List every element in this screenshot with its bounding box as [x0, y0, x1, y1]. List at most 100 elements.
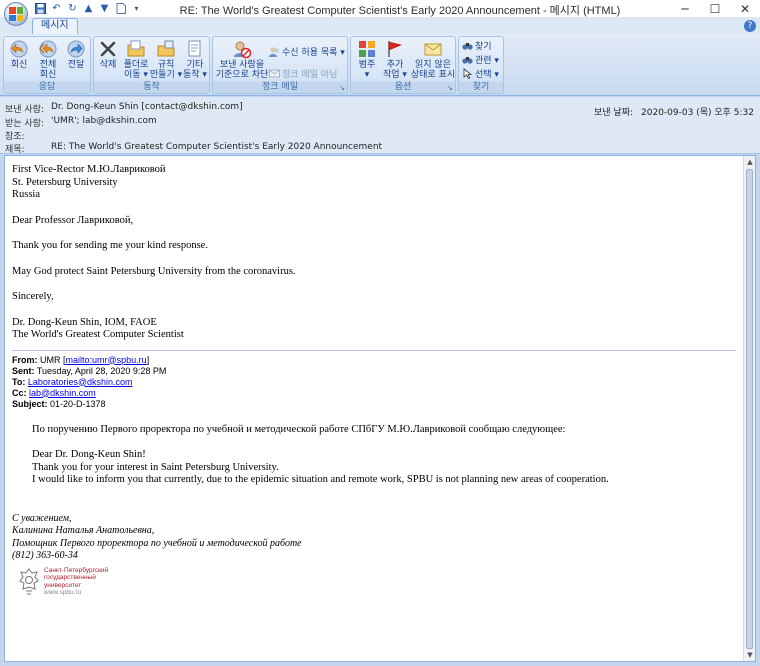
greeting: Dear Professor Лавриковой, [12, 214, 134, 226]
reply-all-label-2: 회신 [39, 70, 57, 80]
binoculars-icon [462, 40, 473, 51]
other-label-2: 동작 ▾ [183, 70, 207, 80]
forward-icon [66, 39, 86, 59]
from-label: 보낸 사람: [5, 105, 45, 115]
unread-label-2: 상태로 표시 [410, 70, 456, 80]
unread-envelope-icon [423, 39, 443, 59]
scroll-up-icon[interactable]: ▲ [744, 156, 756, 168]
signature-line: Dr. Dong-Keun Shin, IOM, FAOE [12, 316, 157, 328]
forwarded-header: From: UMR [mailto:umr@spbu.ru] Sent: Tue… [12, 355, 736, 410]
group-label-options: 옵션 [351, 82, 455, 93]
office-button[interactable] [4, 2, 28, 26]
find-button[interactable]: 찾기 [462, 39, 492, 52]
scroll-down-icon[interactable]: ▼ [744, 649, 756, 661]
window-title: RE: The World's Greatest Computer Scient… [179, 5, 621, 17]
minimize-button[interactable]: ─ [670, 0, 700, 18]
fwd-to-link[interactable]: Laboratories@dkshin.com [28, 377, 133, 387]
scroll-thumb[interactable] [746, 169, 753, 649]
sent-label: 보낸 날짜: [594, 108, 634, 118]
spbu-logo: Санкт-Петербургский государственный унив… [18, 567, 736, 597]
group-find: 찾기 관련 ▾ 선택 ▾ 찾기 [458, 36, 504, 94]
flag-icon [385, 39, 405, 59]
junk-dialog-launcher-icon[interactable]: ↘ [338, 84, 346, 92]
delete-icon [98, 39, 118, 59]
reply-all-label-1: 전체 [39, 60, 57, 70]
vertical-scrollbar[interactable]: ▲ ▼ [743, 156, 755, 661]
group-junk: 보낸 사람을 기준으로 차단 수신 허용 목록 ▾ 정크 메일 아님 정크 메일… [212, 36, 348, 94]
not-junk-icon [269, 68, 280, 79]
fwd-subject-value: 01-20-D-1378 [50, 398, 106, 409]
fwd-from-name: UMR [ [40, 354, 66, 365]
spbu-crest-icon [19, 567, 39, 594]
rule-icon [156, 39, 176, 59]
fwd-sent-row: Sent: Tuesday, April 28, 2020 9:28 PM [12, 366, 736, 377]
delete-button[interactable]: 삭제 [94, 39, 122, 70]
create-rule-button[interactable]: 규칙 만들기 ▾ [149, 39, 183, 80]
reply-button[interactable]: 회신 [5, 39, 33, 70]
forward-button[interactable]: 전달 [62, 39, 90, 70]
logo-line: Санкт-Петербургский [44, 566, 109, 574]
move-label-1: 폴더로 [123, 60, 149, 70]
group-options: 범주 ▾ 추가 작업 ▾ 읽지 않은 상태로 표시 옵션 ↘ [350, 36, 456, 94]
select-label: 선택 ▾ [475, 69, 499, 80]
find-label: 찾기 [475, 41, 492, 52]
group-label-junk: 정크 메일 [213, 82, 347, 93]
follow-up-button[interactable]: 추가 작업 ▾ [381, 39, 409, 80]
signature: Dr. Dong-Keun Shin, IOM, FAOE The World'… [12, 317, 736, 342]
close-button[interactable]: ✕ [730, 0, 760, 18]
tab-message[interactable]: 메시지 [32, 18, 78, 34]
safe-list-icon [269, 46, 280, 57]
message-body-pane[interactable]: First Vice-Rector М.Ю.Лавриковой St. Pet… [4, 155, 756, 662]
message-headers: 보낸 사람: Dr. Dong-Keun Shin [contact@dkshi… [0, 97, 760, 155]
fwd-cc-link[interactable]: lab@dkshin.com [29, 388, 96, 398]
related-button[interactable]: 관련 ▾ [462, 53, 499, 66]
from-value[interactable]: Dr. Dong-Keun Shin [contact@dkshin.com] [51, 102, 243, 115]
help-icon[interactable]: ? [744, 20, 756, 32]
cursor-icon [462, 67, 473, 79]
categorize-label-1: 범주 [358, 60, 376, 70]
folder-move-icon [126, 39, 146, 59]
not-junk-button[interactable]: 정크 메일 아님 [269, 67, 338, 80]
fwd-from-end: ] [146, 354, 150, 365]
options-dialog-launcher-icon[interactable]: ↘ [446, 84, 454, 92]
logo-url: www.spbu.ru [44, 589, 82, 596]
move-label-2: 이동 ▾ [124, 70, 148, 80]
group-label-actions: 동작 [94, 82, 209, 93]
ribbon: 회신 전체 회신 전달 응답 삭제 폴더로 이동 ▾ 규칙 만들기 ▾ 기타 동… [0, 34, 760, 96]
move-to-folder-button[interactable]: 폴더로 이동 ▾ [122, 39, 150, 80]
select-button[interactable]: 선택 ▾ [462, 67, 499, 80]
mark-unread-button[interactable]: 읽지 않은 상태로 표시 [410, 39, 456, 80]
fwd-from-row: From: UMR [mailto:umr@spbu.ru] [12, 355, 736, 366]
fwd-intro: По поручению Первого проректора по учебн… [32, 423, 566, 435]
not-junk-label: 정크 메일 아님 [282, 69, 338, 80]
categorize-icon [357, 39, 377, 59]
subject-row: 제목: RE: The World's Greatest Computer Sc… [5, 142, 382, 155]
rules-label-2: 만들기 ▾ [149, 70, 183, 80]
office-logo-icon [9, 7, 23, 21]
other-actions-icon [185, 39, 205, 59]
safe-list-label: 수신 허용 목록 ▾ [282, 47, 345, 58]
other-label-1: 기타 [186, 60, 204, 70]
safe-list-button[interactable]: 수신 허용 목록 ▾ [269, 45, 345, 58]
categorize-button[interactable]: 범주 ▾ [353, 39, 381, 80]
reply-all-button[interactable]: 전체 회신 [34, 39, 62, 80]
fwd-to-row: To: Laboratories@dkshin.com [12, 377, 736, 388]
maximize-button[interactable]: ☐ [700, 0, 730, 18]
block-label-2: 기준으로 차단 [215, 70, 269, 80]
address-line: First Vice-Rector М.Ю.Лавриковой [12, 164, 166, 175]
fwd-from-link[interactable]: mailto:umr@spbu.ru [66, 355, 147, 365]
ribbon-tab-row: 메시지 ? [0, 18, 760, 34]
unread-label-1: 읽지 않은 [415, 60, 451, 70]
reply-label: 회신 [10, 60, 28, 70]
group-label-find: 찾기 [459, 82, 503, 93]
to-value[interactable]: 'UMR'; lab@dkshin.com [51, 116, 157, 129]
other-actions-button[interactable]: 기타 동작 ▾ [181, 39, 209, 80]
block-sender-button[interactable]: 보낸 사람을 기준으로 차단 [216, 39, 268, 80]
group-label-respond: 응답 [4, 82, 90, 93]
window-controls: ─ ☐ ✕ [670, 0, 760, 18]
follow-up-label-1: 추가 [386, 60, 404, 70]
group-actions: 삭제 폴더로 이동 ▾ 규칙 만들기 ▾ 기타 동작 ▾ 동작 [93, 36, 210, 94]
delete-label: 삭제 [99, 60, 117, 70]
closing: Sincerely, [12, 291, 54, 302]
title-bar: ↶ ↻ ▲ ▼ ▾ RE: The World's Greatest Compu… [0, 0, 760, 26]
